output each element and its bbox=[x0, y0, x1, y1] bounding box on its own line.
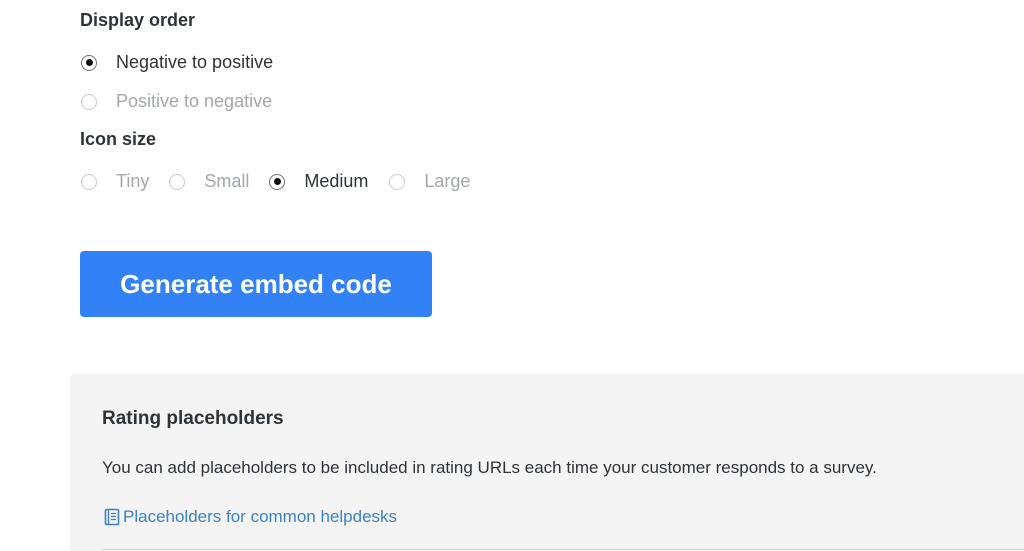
icon-size-option-tiny[interactable]: Tiny bbox=[81, 171, 149, 192]
icon-size-label: Icon size bbox=[80, 129, 157, 149]
radio-label: Positive to negative bbox=[116, 91, 273, 111]
display-order-option-positive-to-negative[interactable]: Positive to negative bbox=[81, 91, 272, 112]
book-icon bbox=[104, 508, 120, 526]
helpdesk-placeholders-link[interactable]: Placeholders for common helpdesks bbox=[104, 507, 397, 527]
radio-label: Small bbox=[204, 171, 250, 191]
radio-button-checked[interactable] bbox=[81, 54, 97, 71]
icon-size-option-medium[interactable]: Medium bbox=[269, 171, 368, 192]
panel-divider bbox=[102, 549, 1024, 550]
display-order-label: Display order bbox=[80, 10, 196, 30]
radio-label: Large bbox=[424, 171, 471, 191]
radio-button-unchecked[interactable] bbox=[81, 173, 97, 190]
radio-label: Tiny bbox=[116, 171, 150, 191]
rating-placeholders-panel: Rating placeholders You can add placehol… bbox=[70, 374, 1024, 551]
radio-button-checked[interactable] bbox=[269, 173, 286, 190]
icon-size-option-large[interactable]: Large bbox=[389, 171, 470, 192]
rating-placeholders-description: You can add placeholders to be included … bbox=[102, 458, 877, 477]
generate-embed-code-button[interactable]: Generate embed code bbox=[80, 251, 432, 317]
radio-label: Medium bbox=[304, 171, 369, 191]
radio-button-unchecked[interactable] bbox=[81, 93, 97, 110]
icon-size-options: Tiny Small Medium Large bbox=[81, 171, 470, 192]
rating-placeholders-title: Rating placeholders bbox=[102, 408, 284, 429]
radio-button-unchecked[interactable] bbox=[389, 173, 406, 190]
radio-button-unchecked[interactable] bbox=[169, 173, 186, 190]
icon-size-option-small[interactable]: Small bbox=[169, 171, 249, 192]
radio-label: Negative to positive bbox=[116, 52, 274, 72]
display-order-option-negative-to-positive[interactable]: Negative to positive bbox=[81, 52, 273, 73]
helpdesk-link-label: Placeholders for common helpdesks bbox=[123, 507, 398, 526]
embed-settings-page: Display order Negative to positive Posit… bbox=[0, 0, 1024, 551]
